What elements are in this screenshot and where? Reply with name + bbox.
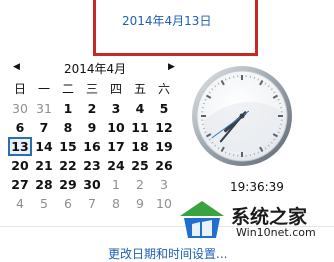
minute-tick <box>254 153 255 155</box>
calendar-day[interactable]: 9 <box>128 194 152 213</box>
minute-tick <box>203 103 205 104</box>
weekday-label: 五 <box>128 80 152 99</box>
calendar-grid: 日一二三四五六 30311234567891011121314151617181… <box>8 80 178 213</box>
calendar-day[interactable]: 7 <box>32 118 56 137</box>
minute-tick <box>254 77 255 79</box>
calendar-week-row: 303112345 <box>8 99 178 118</box>
site-logo-icon <box>176 198 228 242</box>
calendar-day[interactable]: 19 <box>152 137 176 156</box>
calendar-day[interactable]: 1 <box>104 175 128 194</box>
calendar-day[interactable]: 26 <box>152 156 176 175</box>
calendar-day[interactable]: 3 <box>104 99 128 118</box>
calendar-day-today[interactable]: 13 <box>8 137 32 156</box>
calendar-day[interactable]: 4 <box>128 99 152 118</box>
calendar-day[interactable]: 28 <box>32 175 56 194</box>
calendar-day[interactable]: 21 <box>32 156 56 175</box>
weekday-label: 四 <box>104 80 128 99</box>
calendar-day[interactable]: 5 <box>32 194 56 213</box>
calendar-day[interactable]: 2 <box>128 175 152 194</box>
calendar-day[interactable]: 15 <box>56 137 80 156</box>
calendar-day[interactable]: 30 <box>80 175 104 194</box>
analog-clock <box>192 60 292 176</box>
weekday-header-row: 日一二三四五六 <box>8 80 178 99</box>
triangle-left-icon[interactable]: ◀ <box>13 61 23 73</box>
calendar-day[interactable]: 5 <box>152 99 176 118</box>
weekday-label: 六 <box>152 80 176 99</box>
watermark-title: 系统之家 <box>231 202 307 229</box>
calendar-day[interactable]: 6 <box>8 118 32 137</box>
calendar-day[interactable]: 22 <box>56 156 80 175</box>
triangle-right-icon[interactable]: ▶ <box>168 61 178 73</box>
watermark-domain: Win10net.com <box>236 226 316 239</box>
minute-tick <box>229 153 230 155</box>
calendar-day[interactable]: 24 <box>104 156 128 175</box>
calendar-day[interactable]: 7 <box>80 194 104 213</box>
calendar-day[interactable]: 29 <box>56 175 80 194</box>
calendar-week-row: 27282930123 <box>8 175 178 194</box>
calendar-week-row: 13141516171819 <box>8 137 178 156</box>
calendar-week-row: 6789101112 <box>8 118 178 137</box>
calendar-day[interactable]: 6 <box>56 194 80 213</box>
change-date-time-settings-link[interactable]: 更改日期和时间设置... <box>108 245 227 262</box>
date-time-flyout: 2014年4月13日 ◀ 2014年4月 ▶ 日一二三四五六 303112345… <box>0 0 334 259</box>
weekday-label: 日 <box>8 80 32 99</box>
minute-tick <box>279 128 281 129</box>
calendar-day[interactable]: 8 <box>56 118 80 137</box>
clock-face <box>192 60 292 176</box>
date-header-highlight: 2014年4月13日 <box>93 0 258 56</box>
calendar-day[interactable]: 23 <box>80 156 104 175</box>
calendar-day[interactable]: 1 <box>56 99 80 118</box>
calendar-day[interactable]: 30 <box>8 99 32 118</box>
calendar-week-row: 45678910 <box>8 194 178 213</box>
calendar-day[interactable]: 18 <box>128 137 152 156</box>
digital-time: 19:36:39 <box>230 180 284 194</box>
calendar-day[interactable]: 4 <box>8 194 32 213</box>
calendar-day[interactable]: 12 <box>152 118 176 137</box>
month-title[interactable]: 2014年4月 <box>64 60 126 77</box>
calendar-day[interactable]: 3 <box>152 175 176 194</box>
calendar-day[interactable]: 16 <box>80 137 104 156</box>
calendar-week-row: 20212223242526 <box>8 156 178 175</box>
calendar-day[interactable]: 9 <box>80 118 104 137</box>
weekday-label: 二 <box>56 80 80 99</box>
full-date-link[interactable]: 2014年4月13日 <box>122 12 211 29</box>
minute-tick <box>229 77 230 79</box>
weekday-label: 三 <box>80 80 104 99</box>
calendar-day[interactable]: 11 <box>128 118 152 137</box>
calendar-day[interactable]: 8 <box>104 194 128 213</box>
calendar-day[interactable]: 20 <box>8 156 32 175</box>
calendar-day[interactable]: 14 <box>32 137 56 156</box>
calendar-day[interactable]: 31 <box>32 99 56 118</box>
calendar-day[interactable]: 25 <box>128 156 152 175</box>
clock-center <box>240 114 245 119</box>
calendar-day[interactable]: 10 <box>152 194 176 213</box>
minute-tick <box>279 103 281 104</box>
minute-tick <box>203 128 205 129</box>
calendar-day[interactable]: 17 <box>104 137 128 156</box>
watermark: 系统之家 Win10net.com <box>176 196 334 246</box>
weekday-label: 一 <box>32 80 56 99</box>
calendar-day[interactable]: 27 <box>8 175 32 194</box>
calendar-day[interactable]: 10 <box>104 118 128 137</box>
calendar-day[interactable]: 2 <box>80 99 104 118</box>
